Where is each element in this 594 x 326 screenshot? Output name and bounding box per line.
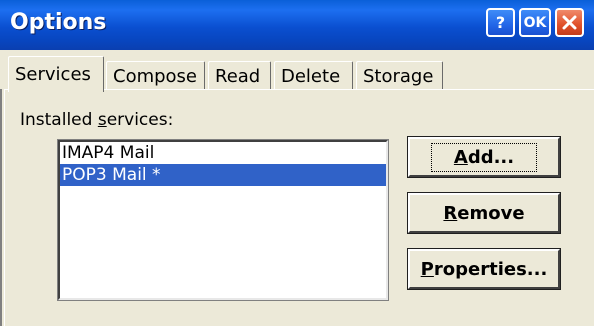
installed-services-list[interactable]: IMAP4 Mail POP3 Mail *	[57, 139, 389, 301]
help-button[interactable]: ?	[486, 8, 515, 37]
tab-storage[interactable]: Storage	[356, 61, 443, 90]
tab-read[interactable]: Read	[208, 61, 271, 90]
list-item-imap4[interactable]: IMAP4 Mail	[60, 142, 386, 164]
window-border	[0, 89, 2, 326]
tab-compose[interactable]: Compose	[106, 61, 205, 90]
tab-strip: Services Compose Read Delete Storage	[0, 52, 594, 92]
title-bar[interactable]: Options ? OK	[0, 0, 594, 50]
close-button[interactable]	[555, 8, 584, 37]
window-title: Options	[10, 10, 107, 35]
remove-button[interactable]: Remove	[407, 192, 561, 234]
tab-delete[interactable]: Delete	[274, 61, 353, 90]
close-icon	[562, 15, 577, 30]
ok-button[interactable]: OK	[519, 8, 551, 37]
tab-services[interactable]: Services	[8, 56, 104, 92]
add-button[interactable]: Add...	[407, 136, 561, 178]
installed-services-label: Installed services:	[20, 110, 174, 130]
list-item-pop3[interactable]: POP3 Mail *	[60, 164, 386, 186]
properties-button[interactable]: Properties...	[407, 248, 561, 290]
